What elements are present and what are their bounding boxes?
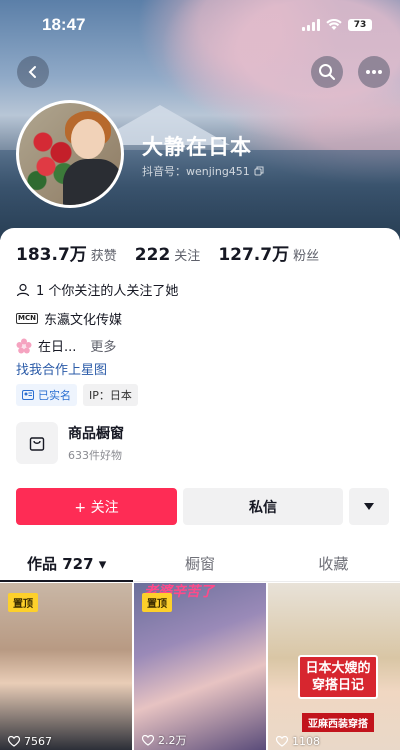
like-count-text: 2.2万 [158, 734, 187, 747]
status-time: 18:47 [42, 15, 86, 34]
shop-title: 商品橱窗 [68, 426, 124, 442]
pinned-badge: 置顶 [8, 593, 38, 612]
ip-label: IP：日本 [89, 389, 132, 402]
mcn-icon: MCN [16, 313, 38, 324]
video-thumbnail[interactable]: 日本大嫂的穿搭日记 亚麻西装穿搭 1108 [268, 583, 400, 750]
chevron-left-icon [28, 66, 36, 78]
status-bar: 18:47 73 [0, 0, 400, 50]
shopping-bag-icon [29, 437, 45, 451]
like-count-text: 7567 [24, 735, 52, 748]
profile-tags: 已实名 IP：日本 [16, 384, 138, 406]
more-options-button[interactable] [358, 56, 390, 88]
mutual-follow-text: 1 个你关注的人关注了她 [36, 284, 179, 299]
verified-tag[interactable]: 已实名 [16, 384, 77, 406]
handle-text: 抖音号：wenjing451 [142, 165, 250, 178]
search-button[interactable] [311, 56, 343, 88]
follow-button[interactable]: + 关注 [16, 488, 177, 525]
video-sub-caption: 亚麻西装穿搭 [302, 713, 374, 732]
stat-label: 粉丝 [293, 249, 320, 264]
stat-value: 183.7万 [16, 245, 87, 265]
profile-tabs: 作品 727 ▾ 橱窗 收藏 [0, 546, 400, 582]
profile-name: 大静在日本 [142, 135, 252, 159]
video-thumbnail[interactable]: 置顶 7567 [0, 583, 132, 750]
company-row[interactable]: MCN 东瀛文化传媒 [16, 309, 122, 328]
verified-label: 已实名 [38, 389, 71, 402]
bio-row[interactable]: 在日... 更多 [16, 336, 116, 355]
tab-favorites[interactable]: 收藏 [267, 546, 400, 581]
search-icon [319, 64, 335, 80]
cherry-blossom-icon [16, 338, 32, 353]
shop-text: 商品橱窗 633件好物 [68, 423, 124, 463]
shop-subtitle: 633件好物 [68, 449, 122, 462]
company-name: 东瀛文化传媒 [43, 313, 122, 328]
copy-icon[interactable] [254, 166, 264, 176]
like-count: 2.2万 [142, 732, 187, 748]
avatar-face [71, 119, 105, 159]
like-count-text: 1108 [292, 735, 320, 748]
message-button[interactable]: 私信 [183, 488, 343, 525]
id-card-icon [22, 390, 34, 400]
pinned-badge: 置顶 [142, 593, 172, 612]
stat-followers[interactable]: 127.7万 粉丝 [218, 240, 319, 265]
video-caption: 日本大嫂的穿搭日记 [298, 655, 378, 699]
stat-label: 获赞 [90, 249, 117, 264]
bio-more-link[interactable]: 更多 [90, 336, 116, 355]
wifi-icon [326, 19, 342, 30]
stat-label: 关注 [174, 249, 201, 264]
back-button[interactable] [17, 56, 49, 88]
stat-value: 127.7万 [218, 245, 290, 265]
expand-recommendations-button[interactable] [349, 488, 389, 525]
stat-value: 222 [134, 245, 171, 265]
bio-text: 在日... [38, 340, 77, 355]
avatar-body [63, 159, 121, 205]
stat-likes[interactable]: 183.7万 获赞 [16, 240, 117, 265]
signal-icon [302, 19, 320, 31]
shop-window-entry[interactable]: 商品橱窗 633件好物 [16, 422, 124, 464]
cooperate-link[interactable]: 找我合作上星图 [16, 359, 107, 378]
status-icons: 73 [302, 19, 372, 31]
heart-icon [8, 736, 20, 747]
heart-icon [142, 734, 154, 746]
video-thumbnail[interactable]: 老婆辛苦了 置顶 2.2万 [134, 583, 266, 750]
like-count: 7567 [8, 735, 52, 748]
shop-icon-box [16, 422, 58, 464]
person-icon [16, 283, 30, 296]
battery-icon: 73 [348, 19, 372, 31]
avatar[interactable] [16, 100, 124, 208]
tab-shop-window[interactable]: 橱窗 [133, 546, 266, 581]
like-count: 1108 [276, 735, 320, 748]
profile-stats: 183.7万 获赞 222 关注 127.7万 粉丝 [16, 240, 319, 265]
heart-icon [276, 736, 288, 747]
triangle-down-icon [364, 503, 374, 510]
tab-works[interactable]: 作品 727 ▾ [0, 546, 134, 582]
ellipsis-icon [366, 70, 382, 74]
ip-tag: IP：日本 [83, 384, 138, 406]
video-grid: 置顶 7567 老婆辛苦了 置顶 2.2万 日本大嫂的穿搭日记 亚麻西装穿搭 1… [0, 583, 400, 750]
profile-handle: 抖音号：wenjing451 [142, 163, 264, 179]
stat-following[interactable]: 222 关注 [135, 245, 201, 265]
mutual-follow-row[interactable]: 1 个你关注的人关注了她 [16, 280, 178, 299]
